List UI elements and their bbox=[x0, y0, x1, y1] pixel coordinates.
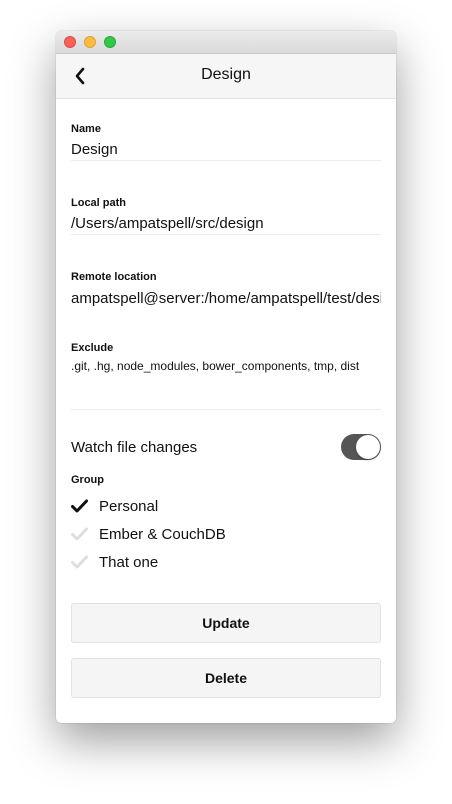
section-divider bbox=[71, 409, 381, 410]
name-field: Name bbox=[71, 123, 381, 161]
toggle-knob bbox=[356, 435, 380, 459]
title-bar[interactable] bbox=[56, 31, 396, 54]
watch-toggle[interactable] bbox=[341, 434, 381, 460]
name-input[interactable] bbox=[71, 139, 381, 161]
group-item-personal[interactable]: Personal bbox=[71, 492, 381, 520]
page-title: Design bbox=[201, 66, 251, 83]
app-window: Design Name Local path Remote location E… bbox=[56, 31, 396, 723]
group-list: Personal Ember & CouchDB That one bbox=[71, 492, 381, 576]
header: Design bbox=[56, 54, 396, 99]
minimize-window-button[interactable] bbox=[84, 36, 96, 48]
checkmark-icon bbox=[71, 555, 88, 569]
maximize-window-button[interactable] bbox=[104, 36, 116, 48]
remote-location-input[interactable] bbox=[71, 287, 381, 309]
group-item-label: Personal bbox=[99, 497, 159, 515]
local-path-input[interactable] bbox=[71, 213, 381, 235]
remote-location-field: Remote location bbox=[71, 271, 381, 309]
local-path-label: Local path bbox=[71, 197, 127, 209]
close-window-button[interactable] bbox=[64, 36, 76, 48]
local-path-field: Local path bbox=[71, 197, 381, 235]
exclude-label: Exclude bbox=[71, 342, 114, 354]
watch-toggle-row: Watch file changes bbox=[71, 434, 381, 460]
group-item-that-one[interactable]: That one bbox=[71, 548, 381, 576]
checkmark-icon bbox=[71, 499, 88, 513]
exclude-field: Exclude .git, .hg, node_modules, bower_c… bbox=[71, 342, 381, 391]
exclude-input[interactable]: .git, .hg, node_modules, bower_component… bbox=[71, 359, 381, 391]
checkmark-icon bbox=[71, 527, 88, 541]
delete-button[interactable]: Delete bbox=[71, 658, 381, 698]
name-label: Name bbox=[71, 123, 101, 135]
update-button[interactable]: Update bbox=[71, 603, 381, 643]
remote-location-label: Remote location bbox=[71, 271, 157, 283]
watch-label: Watch file changes bbox=[71, 438, 198, 456]
project-form: Name Local path Remote location Exclude … bbox=[56, 123, 396, 698]
group-item-label: That one bbox=[99, 553, 159, 571]
group-label: Group bbox=[71, 474, 104, 486]
group-item-label: Ember & CouchDB bbox=[99, 525, 226, 543]
group-item-ember-couchdb[interactable]: Ember & CouchDB bbox=[71, 520, 381, 548]
